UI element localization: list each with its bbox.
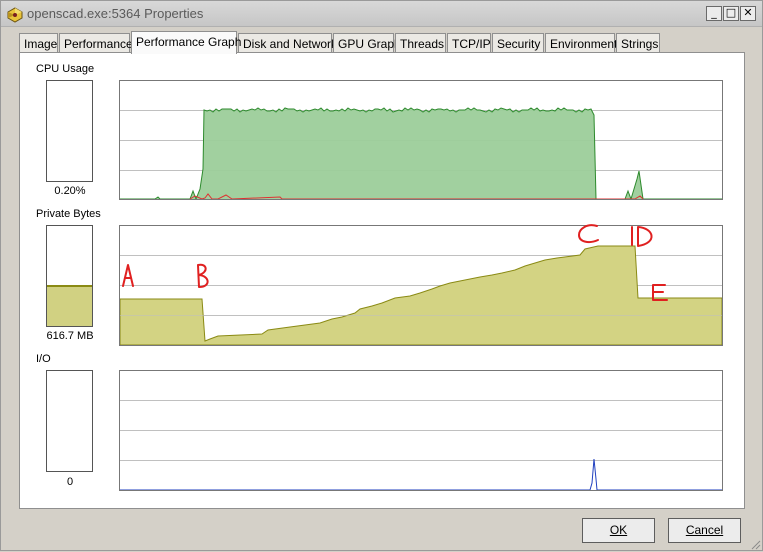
ok-button-label: OK [609, 523, 628, 537]
annotation-c [578, 224, 599, 244]
annotation-b [197, 263, 209, 288]
io-label: I/O [36, 353, 51, 365]
io-meter [46, 370, 93, 472]
properties-window: openscad.exe:5364 Properties _ □ ✕ Image… [0, 0, 763, 551]
cancel-button[interactable]: Cancel [668, 518, 741, 543]
io-value: 0 [66, 476, 74, 488]
ok-button[interactable]: OK [582, 518, 655, 543]
annotation-e [652, 284, 668, 301]
annotation-a [122, 264, 134, 287]
io-graph [119, 370, 723, 491]
io-line [120, 458, 722, 490]
annotation-d [637, 226, 653, 247]
cancel-button-label: Cancel [685, 523, 724, 537]
tab-performance-graph[interactable]: Performance Graph [131, 31, 241, 54]
resize-grip-icon[interactable] [749, 538, 761, 550]
io-graph-svg [120, 400, 722, 490]
